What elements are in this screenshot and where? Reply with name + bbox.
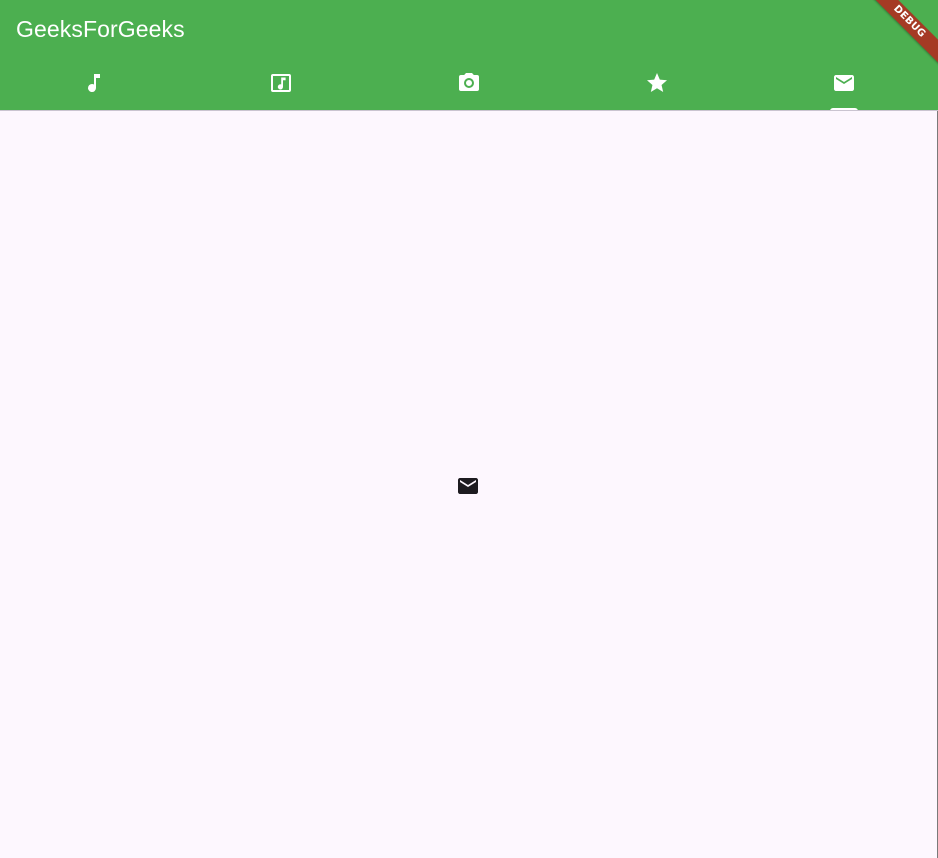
mail-icon [458,478,478,494]
tab-mail[interactable] [750,58,938,111]
music-video-icon [271,74,292,92]
tab-star[interactable] [563,58,751,110]
app-title: GeeksForGeeks [16,16,185,42]
tab-music-video[interactable] [188,58,376,110]
tab-music[interactable] [0,58,188,110]
app-bar: GeeksForGeeks DEBUG [0,0,938,111]
star-icon [646,73,667,92]
tab-bar [0,58,938,111]
camera-icon [458,73,479,91]
mail-icon [834,75,855,91]
tab-camera[interactable] [375,58,563,110]
debug-banner-label: DEBUG [868,0,938,67]
music-note-icon [87,74,100,93]
